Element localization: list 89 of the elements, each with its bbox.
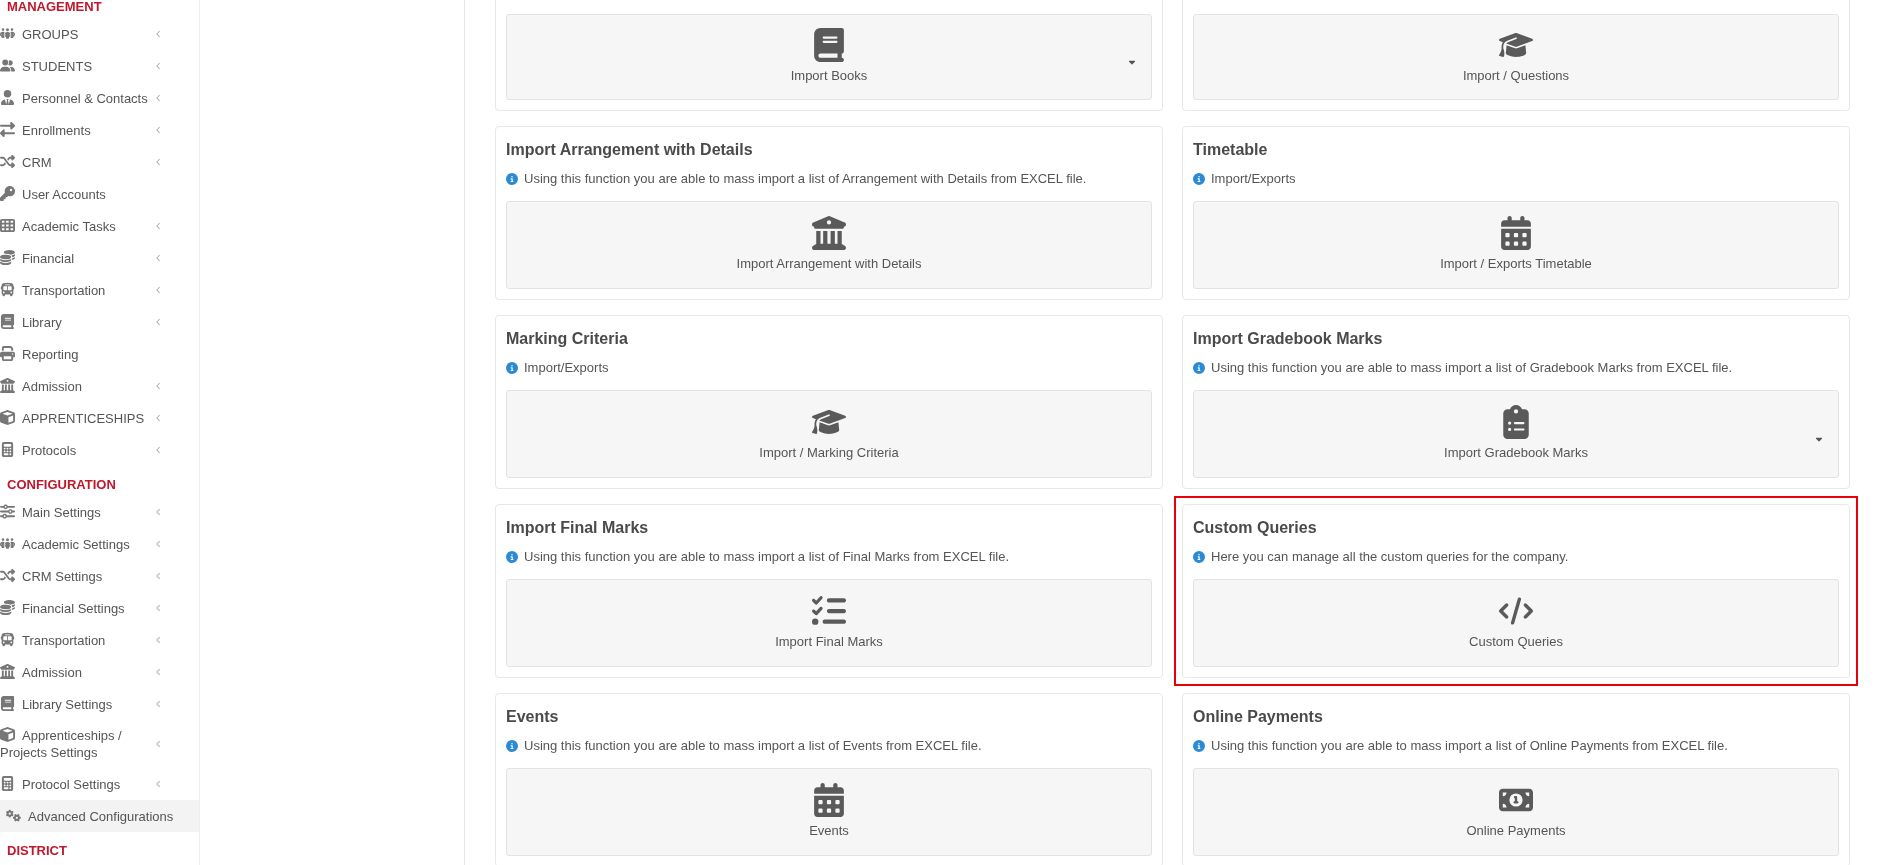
card-title: Import Arrangement with Details bbox=[506, 140, 754, 160]
info-icon bbox=[506, 362, 518, 374]
info-icon bbox=[1193, 173, 1205, 185]
coins-icon bbox=[0, 599, 15, 615]
card-description: Using this function you are able to mass import a list of Online Payments from EXCEL file. bbox=[1211, 737, 1728, 756]
card-description: Import/Exports bbox=[524, 359, 609, 378]
card-title: Custom Queries bbox=[1193, 518, 1318, 538]
card-title: Marking Criteria bbox=[506, 329, 629, 349]
sidebar-item[interactable]: Admission bbox=[0, 370, 199, 402]
arrows-icon bbox=[0, 121, 15, 137]
import-button[interactable]: Events bbox=[506, 768, 1152, 856]
info-icon bbox=[1193, 740, 1205, 752]
people-icon bbox=[0, 25, 15, 41]
calendar-icon bbox=[812, 783, 846, 818]
import-button[interactable]: Import Books bbox=[506, 14, 1152, 100]
section-heading: DISTRICT bbox=[6, 842, 68, 860]
sidebar-item[interactable]: CRM Settings bbox=[0, 560, 199, 592]
sidebar-item[interactable]: Protocol Settings bbox=[0, 768, 199, 800]
person-icon bbox=[0, 89, 15, 105]
card-description: Import/Exports bbox=[1211, 170, 1296, 189]
sidebar-item[interactable]: Admission bbox=[0, 656, 199, 688]
card-title: Timetable bbox=[1193, 140, 1269, 160]
sidebar-item[interactable]: Main Settings bbox=[0, 496, 199, 528]
calculator-icon bbox=[0, 775, 15, 791]
sliders-icon bbox=[0, 503, 15, 519]
card-description: Using this function you are able to mass import a list of Arrangement with Details from EXCEL file. bbox=[524, 170, 1087, 189]
info-icon bbox=[506, 551, 518, 563]
import-button[interactable]: Import Arrangement with Details bbox=[506, 201, 1152, 289]
sidebar-item[interactable]: Academic Settings bbox=[0, 528, 199, 560]
card-description: Using this function you are able to mass import a list of Gradebook Marks from EXCEL file. bbox=[1211, 359, 1733, 378]
coins-icon bbox=[0, 249, 15, 265]
card-title: Online Payments bbox=[1193, 707, 1324, 727]
card-description: Using this function you are able to mass import a list of Final Marks from EXCEL file. bbox=[524, 548, 1010, 567]
building-icon bbox=[812, 216, 846, 251]
key-icon bbox=[0, 185, 15, 201]
import-button[interactable]: Import Gradebook Marks bbox=[1193, 390, 1839, 478]
sidebar-item[interactable]: APPRENTICESHIPS bbox=[0, 402, 199, 434]
calendar-icon bbox=[1499, 216, 1533, 251]
info-icon bbox=[1193, 362, 1205, 374]
sidebar-item[interactable]: Library bbox=[0, 306, 199, 338]
books-icon bbox=[812, 28, 846, 63]
sidebar-item[interactable]: User Accounts bbox=[0, 178, 199, 210]
sidebar-item[interactable]: Enrollments bbox=[0, 114, 199, 146]
building-icon bbox=[0, 377, 15, 393]
bus-icon bbox=[0, 631, 15, 647]
card-description: Here you can manage all the custom queries for the company. bbox=[1211, 548, 1569, 567]
sidebar-item[interactable]: Academic Tasks bbox=[0, 210, 199, 242]
books-icon bbox=[0, 313, 15, 329]
card-title: Import Final Marks bbox=[506, 518, 650, 538]
sidebar-item[interactable]: STUDENTS bbox=[0, 50, 199, 82]
cube-icon bbox=[0, 727, 15, 742]
sidebar-item[interactable]: Advanced Configurations bbox=[0, 800, 199, 832]
users-icon bbox=[0, 57, 15, 73]
sidebar-item[interactable]: Protocols bbox=[0, 434, 199, 466]
shuffle-icon bbox=[0, 153, 15, 169]
books-icon bbox=[0, 695, 15, 711]
printer-icon bbox=[0, 345, 15, 361]
building-icon bbox=[0, 663, 15, 679]
import-button[interactable]: Custom Queries bbox=[1193, 579, 1839, 667]
card-title: Events bbox=[506, 707, 560, 727]
info-icon bbox=[1193, 551, 1205, 563]
sidebar-item[interactable]: Transportation bbox=[0, 274, 199, 306]
sidebar-item[interactable]: Financial Settings bbox=[0, 592, 199, 624]
cube-icon bbox=[0, 409, 15, 425]
sidebar-item[interactable]: CRM bbox=[0, 146, 199, 178]
import-button[interactable]: Import Final Marks bbox=[506, 579, 1152, 667]
card-description: Using this function you are able to mass import a list of Events from EXCEL file. bbox=[524, 737, 982, 756]
sidebar-item[interactable]: Personnel & Contacts bbox=[0, 82, 199, 114]
import-button[interactable]: Online Payments bbox=[1193, 768, 1839, 856]
sidebar-item[interactable]: Reporting bbox=[0, 338, 199, 370]
calculator-icon bbox=[0, 441, 15, 457]
section-heading: CONFIGURATION bbox=[6, 476, 117, 494]
info-icon bbox=[506, 740, 518, 752]
sidebar-item[interactable]: Transportation bbox=[0, 624, 199, 656]
settings-icon bbox=[6, 807, 21, 823]
import-button[interactable]: Import / Exports Timetable bbox=[1193, 201, 1839, 289]
shuffle-icon bbox=[0, 567, 15, 583]
info-icon bbox=[506, 173, 518, 185]
grid-icon bbox=[0, 217, 15, 233]
sidebar-item[interactable]: Library Settings bbox=[0, 688, 199, 720]
people-icon bbox=[0, 535, 15, 551]
card-title: Import Gradebook Marks bbox=[1193, 329, 1384, 349]
bus-icon bbox=[0, 281, 15, 297]
sidebar-item[interactable]: Apprenticeships / Projects Settings bbox=[0, 720, 199, 768]
import-button[interactable]: Import / Marking Criteria bbox=[506, 390, 1152, 478]
import-button[interactable]: Import / Questions bbox=[1193, 14, 1839, 100]
section-heading: MANAGEMENT bbox=[6, 0, 103, 16]
sidebar-item[interactable]: Financial bbox=[0, 242, 199, 274]
sidebar-item[interactable]: GROUPS bbox=[0, 18, 199, 50]
